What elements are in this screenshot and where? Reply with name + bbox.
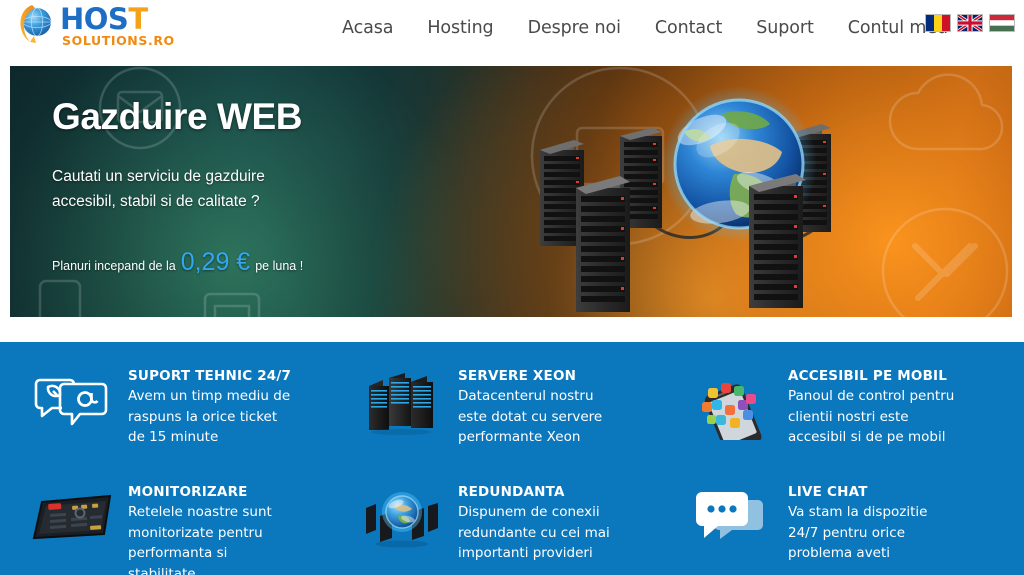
hero-subtitle-line-1: Cautati un serviciu de gazduire [52, 168, 265, 185]
nav-item-suport[interactable]: Suport [739, 18, 830, 38]
site-logo[interactable]: HOST SOLUTIONS.RO [14, 2, 175, 48]
feature-body: MONITORIZARE Retelele noastre sunt monit… [128, 480, 296, 575]
hero-title: Gazduire WEB [52, 96, 303, 137]
logo-wordmark: HOST [60, 2, 148, 36]
flag-romania-icon[interactable] [925, 14, 951, 32]
logo-tagline: SOLUTIONS.RO [62, 33, 175, 48]
feature-description: Panoul de control pentru clientii nostri… [788, 388, 955, 446]
feature-redundanta: REDUNDANTA Dispunem de conexii redundant… [346, 458, 676, 575]
feature-live-chat: LIVE CHAT Va stam la dispozitie 24/7 pen… [676, 458, 1006, 575]
feature-description: Va stam la dispozitie 24/7 pentru orice … [788, 504, 928, 562]
flag-united-kingdom-icon[interactable] [957, 14, 983, 32]
main-navigation: Acasa Hosting Despre noi Contact Suport … [325, 0, 965, 56]
feature-title: LIVE CHAT [788, 484, 868, 500]
feature-description: Datacenterul nostru este dotat cu server… [458, 388, 603, 446]
feature-description: Avem un timp mediu de raspuns la orice t… [128, 388, 291, 446]
features-grid: SUPORT TEHNIC 24/7 Avem un timp mediu de… [0, 342, 1024, 575]
nav-item-acasa[interactable]: Acasa [325, 18, 410, 38]
feature-title: REDUNDANTA [458, 484, 565, 500]
site-header: HOST SOLUTIONS.RO Acasa Hosting Despre n… [0, 0, 1024, 56]
feature-title: MONITORIZARE [128, 484, 248, 500]
hero-banner: Gazduire WEB Cautati un serviciu de gazd… [10, 66, 1012, 317]
server-racks-icon [346, 364, 458, 436]
chat-bubbles-icon [16, 364, 128, 436]
flag-hungary-icon[interactable] [989, 14, 1015, 32]
monitoring-console-icon [16, 480, 128, 552]
feature-body: SUPORT TEHNIC 24/7 Avem un timp mediu de… [128, 364, 296, 448]
hero-price-prefix: Planuri incepand de la [52, 259, 176, 274]
nav-item-hosting[interactable]: Hosting [410, 18, 510, 38]
feature-servere-xeon: SERVERE XEON Datacenterul nostru este do… [346, 342, 676, 458]
feature-accesibil-pe-mobil: ACCESIBIL PE MOBIL Panoul de control pen… [676, 342, 1006, 458]
globe-and-servers-illustration [540, 86, 831, 312]
hero-price-amount: 0,29 € [180, 248, 251, 277]
hero-price-suffix: pe luna ! [255, 259, 304, 274]
feature-description: Retelele noastre sunt monitorizate pentr… [128, 504, 272, 575]
hero-price: Planuri incepand de la 0,29 € pe luna ! [52, 248, 303, 277]
feature-title: SUPORT TEHNIC 24/7 [128, 368, 292, 384]
hero-subtitle: Cautati un serviciu de gazduire accesibi… [52, 164, 303, 214]
feature-suport-tehnic: SUPORT TEHNIC 24/7 Avem un timp mediu de… [16, 342, 346, 458]
nav-item-despre-noi[interactable]: Despre noi [511, 18, 638, 38]
hero-content: Gazduire WEB Cautati un serviciu de gazd… [52, 96, 303, 277]
feature-body: ACCESIBIL PE MOBIL Panoul de control pen… [788, 364, 956, 448]
smartphone-apps-icon [676, 364, 788, 440]
language-switcher [925, 14, 1015, 32]
globe-swoosh-logo-icon [14, 2, 58, 46]
nav-item-contact[interactable]: Contact [638, 18, 739, 38]
feature-monitorizare: MONITORIZARE Retelele noastre sunt monit… [16, 458, 346, 575]
globe-servers-icon [346, 480, 458, 552]
feature-description: Dispunem de conexii redundante cu cei ma… [458, 504, 610, 562]
feature-body: SERVERE XEON Datacenterul nostru este do… [458, 364, 626, 448]
live-chat-icon [676, 480, 788, 552]
feature-title: ACCESIBIL PE MOBIL [788, 368, 948, 384]
hero-subtitle-line-2: accesibil, stabil si de calitate ? [52, 193, 260, 211]
feature-body: LIVE CHAT Va stam la dispozitie 24/7 pen… [788, 480, 956, 564]
features-section: SUPORT TEHNIC 24/7 Avem un timp mediu de… [0, 342, 1024, 575]
feature-body: REDUNDANTA Dispunem de conexii redundant… [458, 480, 626, 564]
feature-title: SERVERE XEON [458, 368, 577, 384]
